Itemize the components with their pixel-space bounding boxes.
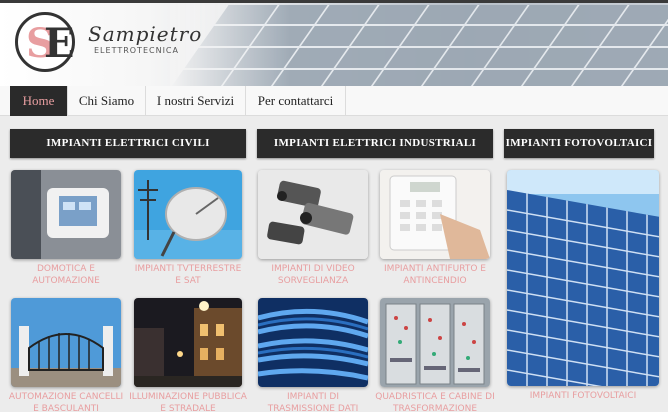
nav-chi-siamo[interactable]: Chi Siamo bbox=[68, 86, 146, 116]
solar-panels-banner-image bbox=[170, 3, 668, 86]
nav-home[interactable]: Home bbox=[10, 86, 68, 116]
tile-illuminazione-image[interactable] bbox=[134, 298, 242, 387]
tile-cancelli-caption[interactable]: AUTOMAZIONE CANCELLI E BASCULANTI bbox=[5, 391, 127, 412]
header-banner: SE Sampietro ELETTROTECNICA bbox=[0, 0, 668, 86]
tile-tv-caption[interactable]: IMPIANTI TVTERRESTRE E SAT bbox=[132, 263, 244, 287]
tile-trasmissione-caption[interactable]: IMPIANTI DI TRASMISSIONE DATI bbox=[258, 391, 368, 412]
tile-illuminazione-caption[interactable]: ILLUMINAZIONE PUBBLICA E STRADALE bbox=[128, 391, 248, 412]
tile-domotica-caption[interactable]: DOMOTICA E AUTOMAZIONE bbox=[11, 263, 121, 287]
tile-domotica-image[interactable] bbox=[11, 170, 121, 259]
tile-antifurto-image[interactable] bbox=[380, 170, 490, 259]
tile-quadristica-caption[interactable]: QUADRISTICA E CABINE DI TRASFORMAZIONE bbox=[374, 391, 496, 412]
nav-servizi[interactable]: I nostri Servizi bbox=[146, 86, 246, 116]
tile-video-caption[interactable]: IMPIANTI DI VIDEO SORVEGLIANZA bbox=[258, 263, 368, 287]
tile-fotovoltaici-caption[interactable]: IMPIANTI FOTOVOLTAICI bbox=[507, 390, 659, 402]
tile-trasmissione-image[interactable] bbox=[258, 298, 368, 387]
tile-video-image[interactable] bbox=[258, 170, 368, 259]
brand-name: Sampietro bbox=[88, 22, 203, 46]
tile-quadristica-image[interactable] bbox=[380, 298, 490, 387]
tile-cancelli-image[interactable] bbox=[11, 298, 121, 387]
logo-icon[interactable]: SE bbox=[15, 12, 75, 72]
tile-fotovoltaici-image[interactable] bbox=[507, 170, 659, 386]
tile-tv-image[interactable] bbox=[134, 170, 242, 259]
section-header-fotovoltaici: IMPIANTI FOTOVOLTAICI bbox=[504, 129, 654, 158]
brand-subtitle: ELETTROTECNICA bbox=[94, 46, 179, 55]
section-header-civili: IMPIANTI ELETTRICI CIVILI bbox=[10, 129, 246, 158]
section-header-industriali: IMPIANTI ELETTRICI INDUSTRIALI bbox=[257, 129, 493, 158]
nav-contattarci[interactable]: Per contattarci bbox=[246, 86, 346, 116]
tile-antifurto-caption[interactable]: IMPIANTI ANTIFURTO E ANTINCENDIO bbox=[380, 263, 490, 287]
main-nav: Home Chi Siamo I nostri Servizi Per cont… bbox=[0, 86, 668, 116]
